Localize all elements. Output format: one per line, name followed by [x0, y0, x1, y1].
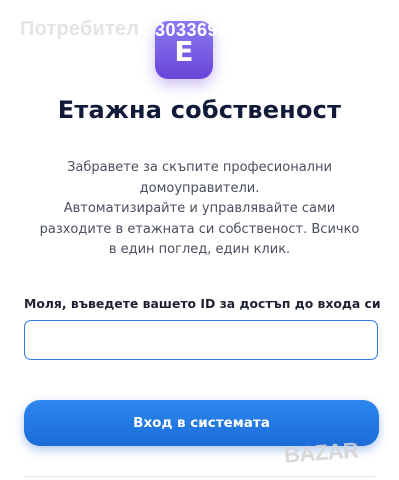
- intro-line: домоуправители.: [139, 180, 260, 196]
- page-title: Етажна собственост: [57, 96, 342, 124]
- app-logo: 3033698 E: [155, 20, 228, 79]
- intro-text: Забравете за скъпите професионални домоу…: [30, 158, 369, 261]
- access-id-input[interactable]: [24, 320, 378, 360]
- intro-line: Автоматизирайте и управлявайте сами: [63, 201, 336, 216]
- building-logo-icon: E: [174, 35, 194, 68]
- divider: [24, 476, 375, 477]
- access-id-label: Моля, въведете вашето ID за достъп до вх…: [24, 296, 381, 311]
- watermark-badge: BAZAR: [283, 437, 360, 468]
- watermark-user-text: Потребител: [20, 18, 139, 41]
- intro-line: в един поглед, един клик.: [108, 242, 291, 257]
- watermark-prefix: Потребител: [20, 18, 140, 40]
- intro-line: разходите в етажната си собственост. Вси…: [39, 221, 360, 237]
- intro-line: Забравете за скъпите професионални: [67, 160, 332, 175]
